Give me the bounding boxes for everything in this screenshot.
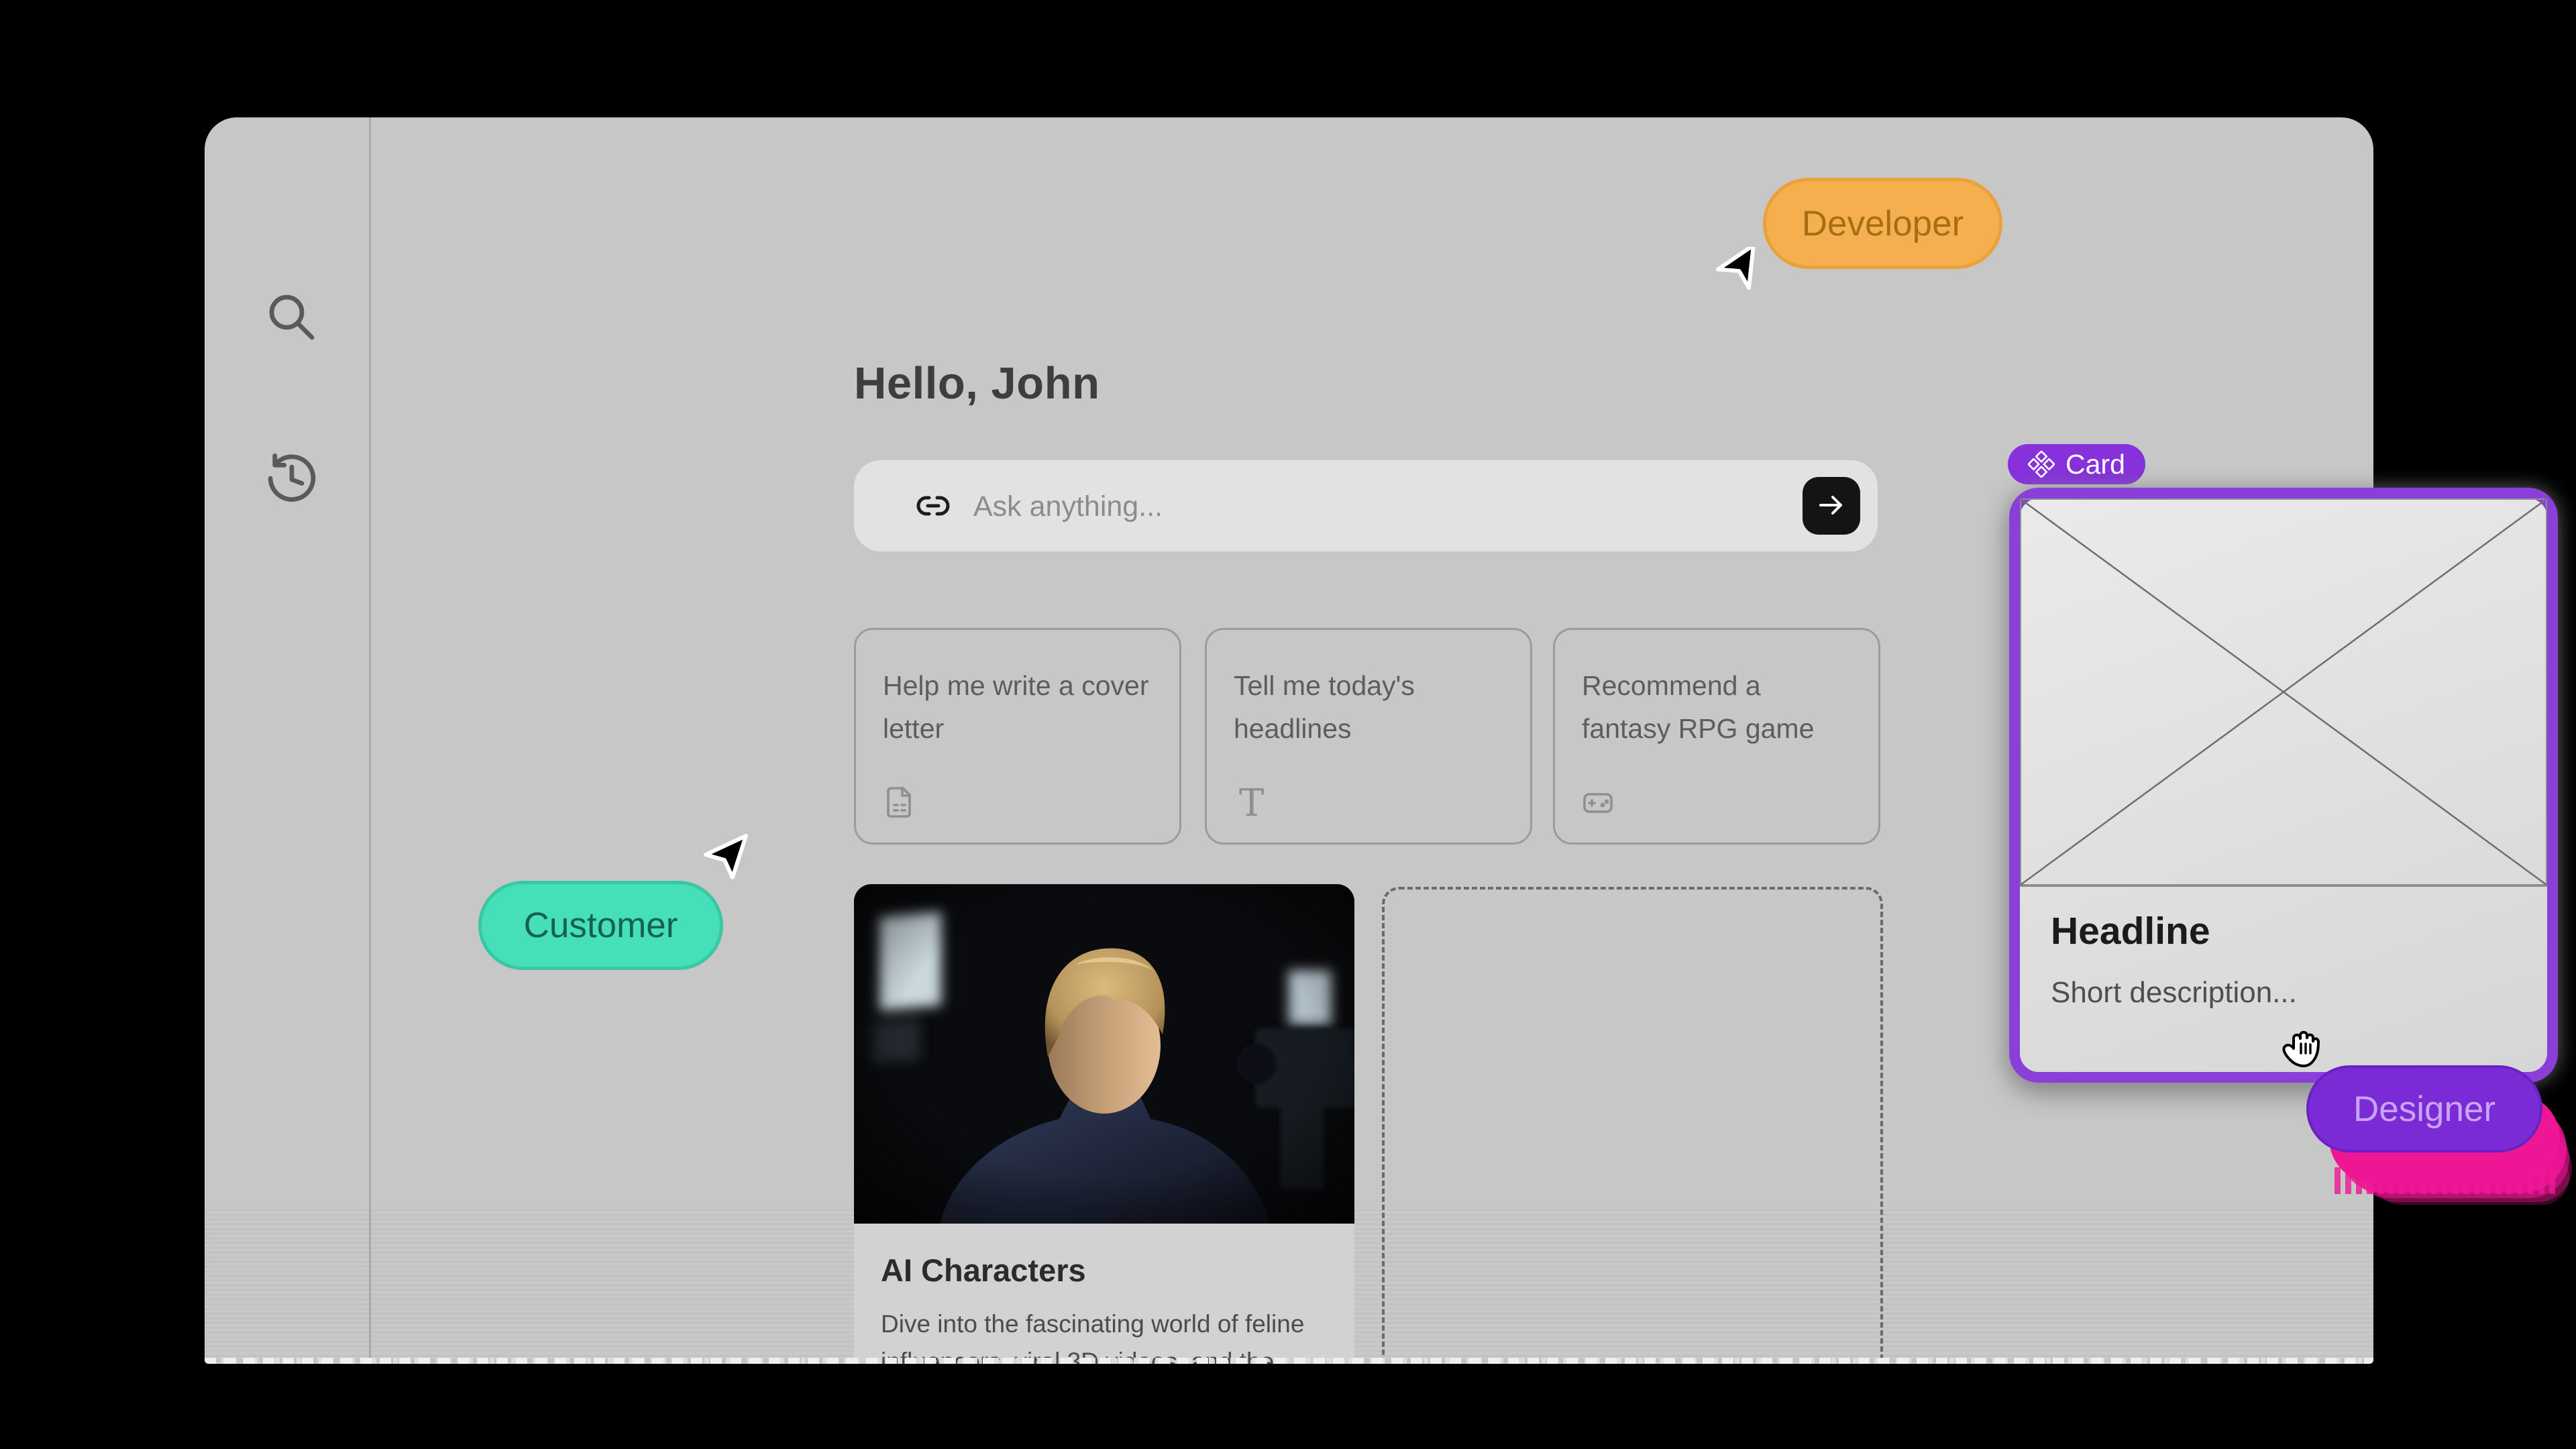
component-badge-label: Card: [2065, 449, 2125, 480]
suggestion-label: Help me write a cover letter: [883, 665, 1157, 750]
svg-text:T: T: [1239, 785, 1264, 820]
designer-hand-cursor-icon: [2273, 1018, 2334, 1080]
selected-card-component[interactable]: Headline Short description...: [2009, 488, 2558, 1083]
developer-cursor-arrow-icon: [1715, 247, 1767, 299]
sidebar: [205, 117, 369, 1364]
article-card[interactable]: AI Characters Dive into the fascinating …: [854, 884, 1354, 1364]
document-icon: [881, 785, 916, 820]
article-photo: [854, 884, 1354, 1224]
suggestion-label: Recommend a fantasy RPG game: [1582, 665, 1856, 750]
card-description: Short description...: [2051, 976, 2297, 1010]
dashed-placeholder: [1382, 887, 1883, 1364]
designer-presence-chip: Designer: [2306, 1065, 2542, 1152]
sidebar-divider: [369, 117, 371, 1364]
send-button[interactable]: [1803, 477, 1860, 535]
suggestion-card-headlines[interactable]: Tell me today's headlines T: [1205, 628, 1532, 845]
designer-glow-noise: [2334, 1167, 2556, 1194]
ask-input-bar[interactable]: [854, 460, 1878, 551]
image-placeholder: [2020, 498, 2547, 887]
design-canvas: Hello, John Help me write a cover: [0, 0, 2576, 1449]
link-icon: [916, 490, 951, 522]
customer-presence-chip: Customer: [478, 881, 723, 970]
text-icon: T: [1232, 785, 1267, 820]
article-description: Dive into the fascinating world of felin…: [881, 1305, 1324, 1364]
component-badge[interactable]: Card: [2008, 444, 2145, 484]
suggestion-card-cover-letter[interactable]: Help me write a cover letter: [854, 628, 1181, 845]
card-headline: Headline: [2051, 909, 2210, 953]
ask-input[interactable]: [972, 460, 1713, 553]
designer-chip-label: Designer: [2353, 1089, 2496, 1130]
customer-cursor-arrow-icon: [698, 830, 751, 884]
article-title: AI Characters: [881, 1252, 1086, 1289]
developer-presence-chip: Developer: [1763, 178, 2002, 269]
component-icon: [2028, 451, 2055, 478]
search-icon[interactable]: [262, 287, 322, 347]
gamepad-icon: [1580, 785, 1615, 820]
suggestion-card-rpg[interactable]: Recommend a fantasy RPG game: [1553, 628, 1880, 845]
arrow-right-icon: [1815, 489, 1847, 523]
history-icon[interactable]: [262, 448, 322, 508]
greeting-title: Hello, John: [854, 358, 1100, 409]
suggestion-label: Tell me today's headlines: [1234, 665, 1507, 750]
developer-chip-label: Developer: [1802, 203, 1964, 244]
customer-chip-label: Customer: [524, 905, 678, 946]
